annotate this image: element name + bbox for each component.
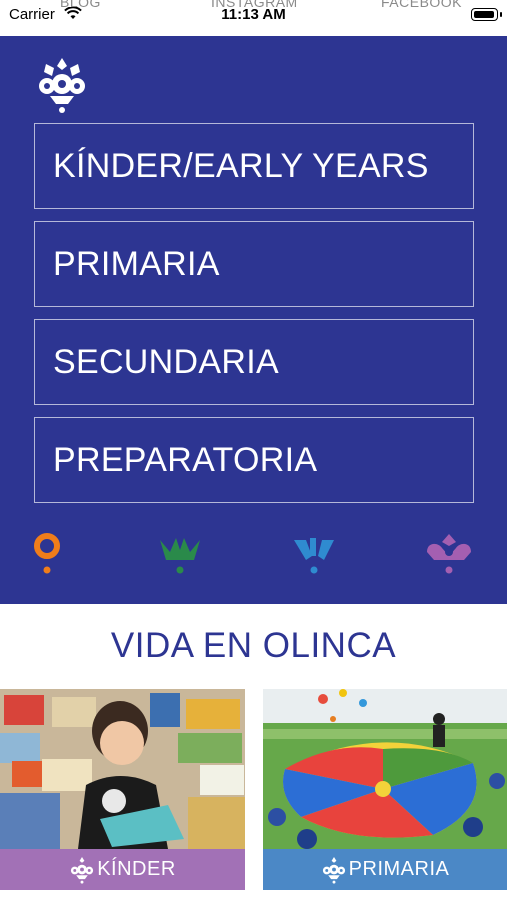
level-menu: KÍNDER/EARLY YEARS PRIMARIA SECUNDARIA P… — [34, 123, 474, 515]
status-bar: BLOG INSTAGRAM FACEBOOK Carrier 11:13 AM — [0, 0, 507, 36]
clock: 11:13 AM — [221, 6, 286, 23]
card-label-bar: PRIMARIA — [263, 849, 507, 890]
olinca-logo-icon[interactable] — [36, 56, 88, 114]
card-label: PRIMARIA — [348, 858, 450, 880]
menu-item-primaria[interactable]: PRIMARIA — [34, 221, 474, 307]
section-title: VIDA EN OLINCA — [110, 626, 397, 665]
battery-icon — [471, 8, 502, 21]
parachute-game-photo — [263, 689, 507, 849]
menu-item-label: KÍNDER/EARLY YEARS — [53, 146, 429, 185]
card-label: KÍNDER — [97, 858, 176, 880]
child-with-books-photo — [0, 689, 245, 849]
card-kinder[interactable]: KÍNDER — [0, 689, 245, 890]
card-primaria[interactable]: PRIMARIA — [263, 689, 507, 890]
menu-item-label: PRIMARIA — [53, 244, 220, 283]
hero-panel: KÍNDER/EARLY YEARS PRIMARIA SECUNDARIA P… — [0, 36, 507, 604]
green-glyph-icon — [160, 538, 200, 574]
orange-glyph-icon — [34, 533, 60, 574]
olinca-logo-icon — [322, 856, 345, 884]
purple-glyph-icon — [427, 534, 471, 574]
menu-item-secundaria[interactable]: SECUNDARIA — [34, 319, 474, 405]
blue-glyph-icon — [294, 538, 334, 574]
menu-item-preparatoria[interactable]: PREPARATORIA — [34, 417, 474, 503]
menu-item-label: PREPARATORIA — [53, 440, 318, 479]
card-label-bar: KÍNDER — [0, 849, 245, 890]
menu-item-label: SECUNDARIA — [53, 342, 279, 381]
olinca-logo-icon — [71, 856, 94, 884]
menu-item-kinder[interactable]: KÍNDER/EARLY YEARS — [34, 123, 474, 209]
